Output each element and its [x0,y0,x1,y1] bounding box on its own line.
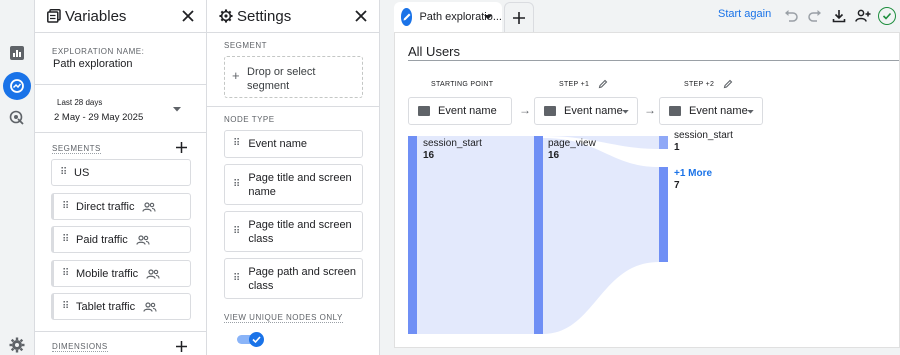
unique-nodes-label: VIEW UNIQUE NODES ONLY [224,313,343,323]
node-bar-start [408,136,417,334]
reports-icon[interactable] [7,43,27,63]
node-label-more[interactable]: +1 More [674,168,712,179]
flow-step1-to-step2b [543,138,659,334]
segment-label: Tablet traffic [76,300,136,313]
unique-nodes-toggle[interactable] [237,332,264,347]
node-value-step1: 16 [548,150,560,161]
redo-icon[interactable] [806,7,824,25]
date-range-picker[interactable]: Last 28 days 2 May - 29 May 2025 [49,91,187,126]
drag-handle-icon[interactable]: ⠿ [62,268,70,279]
left-rail [0,0,34,355]
divider [35,132,206,133]
add-tab-button[interactable] [504,2,534,32]
settings-panel: Settings SEGMENT + Drop or select segmen… [207,0,380,355]
node-value-start: 16 [423,150,435,161]
share-add-user-icon[interactable] [854,7,872,25]
exploration-canvas: All Users STARTING POINT STEP +1 STEP +2… [394,32,900,348]
segment-label: Paid traffic [76,233,128,246]
drop-segment-text: Drop or select segment [247,66,316,92]
variables-icon [47,9,61,23]
node-label-step1[interactable]: page_view [548,138,596,149]
node-bar-step2-session-start [659,136,668,149]
node-value-step2a: 1 [674,142,680,153]
node-bar-step1 [534,136,543,334]
node-type-label: Page path and screen class [248,265,356,292]
date-range-label: Last 28 days [57,98,103,107]
segment-chip-tablet-traffic[interactable]: ⠿ Tablet traffic [51,293,191,320]
node-type-event-name[interactable]: ⠿ Event name [224,130,363,158]
people-icon [142,201,157,212]
tab-path-exploration[interactable]: Path exploratio... [394,2,502,32]
plus-icon [513,11,525,24]
settings-header: Settings [207,0,379,33]
toggle-check-icon [249,332,264,347]
node-type-page-title-screen-name[interactable]: ⠿ Page title and screen name [224,164,363,205]
settings-gear-icon[interactable] [7,335,27,355]
people-icon [146,268,160,279]
flow-start-to-step1 [417,136,534,334]
close-variables-icon[interactable] [180,8,196,24]
people-icon [136,234,150,245]
segment-chip-mobile-traffic[interactable]: ⠿ Mobile traffic [51,260,191,287]
people-icon [143,301,157,312]
node-label-start[interactable]: session_start [423,138,482,149]
drag-handle-icon[interactable]: ⠿ [233,272,240,286]
drag-handle-icon[interactable]: ⠿ [62,234,70,245]
drag-handle-icon[interactable]: ⠿ [233,137,240,151]
drag-handle-icon[interactable]: ⠿ [233,178,240,192]
start-again-link[interactable]: Start again [718,8,771,20]
edit-pencil-icon [401,8,413,26]
segment-chip-us[interactable]: ⠿ US [51,159,191,186]
settings-gear-icon [219,9,233,23]
drag-handle-icon[interactable]: ⠿ [233,225,240,239]
node-type-page-path-screen-class[interactable]: ⠿ Page path and screen class [224,258,363,299]
segment-drop-zone[interactable]: + Drop or select segment [224,56,363,98]
node-type-label: Page title and screen class [248,218,352,245]
close-settings-icon[interactable] [353,8,369,24]
node-type-label: Page title and screen name [248,171,352,198]
variables-header: Variables [35,0,206,33]
node-value-more: 7 [674,180,680,191]
dimensions-label: DIMENSIONS [52,342,108,352]
drag-handle-icon[interactable]: ⠿ [62,201,70,212]
add-segment-icon[interactable] [176,142,187,153]
caret-down-icon [173,107,181,112]
variables-title: Variables [65,7,127,25]
settings-title: Settings [237,7,292,25]
segment-label: Direct traffic [76,200,135,213]
node-bar-step2-more [659,167,668,262]
segment-label: US [74,166,90,179]
saved-check-icon[interactable] [878,7,896,25]
divider [35,331,206,332]
drag-handle-icon[interactable]: ⠿ [60,167,68,178]
node-type-page-title-screen-class[interactable]: ⠿ Page title and screen class [224,211,363,252]
path-flow-diagram [408,136,668,334]
drag-handle-icon[interactable]: ⠿ [62,301,70,312]
date-range-value: 2 May - 29 May 2025 [54,112,144,123]
variables-panel: Variables EXPLORATION NAME: Path explora… [34,0,207,355]
exploration-name-label: EXPLORATION NAME: [52,47,145,56]
undo-icon[interactable] [782,7,800,25]
plus-icon: + [232,68,240,83]
node-type-label: Event name [248,138,308,150]
divider [35,84,206,85]
tab-caret-down-icon[interactable] [484,15,492,20]
segment-label: Mobile traffic [76,267,139,280]
segments-label: SEGMENTS [52,144,101,154]
divider [207,106,379,107]
node-type-label: NODE TYPE [224,115,275,124]
segment-chip-direct-traffic[interactable]: ⠿ Direct traffic [51,193,191,220]
segment-chip-paid-traffic[interactable]: ⠿ Paid traffic [51,226,191,253]
add-dimension-icon[interactable] [176,341,187,352]
exploration-name-input[interactable]: Path exploration [53,58,133,70]
segment-section-label: SEGMENT [224,41,268,50]
advertising-icon[interactable] [7,108,27,128]
node-label-step2a[interactable]: session_start [674,130,733,141]
exploration-main: Path exploratio... Start again All Users… [380,0,900,355]
explore-icon[interactable] [3,72,31,100]
download-icon[interactable] [830,7,848,25]
